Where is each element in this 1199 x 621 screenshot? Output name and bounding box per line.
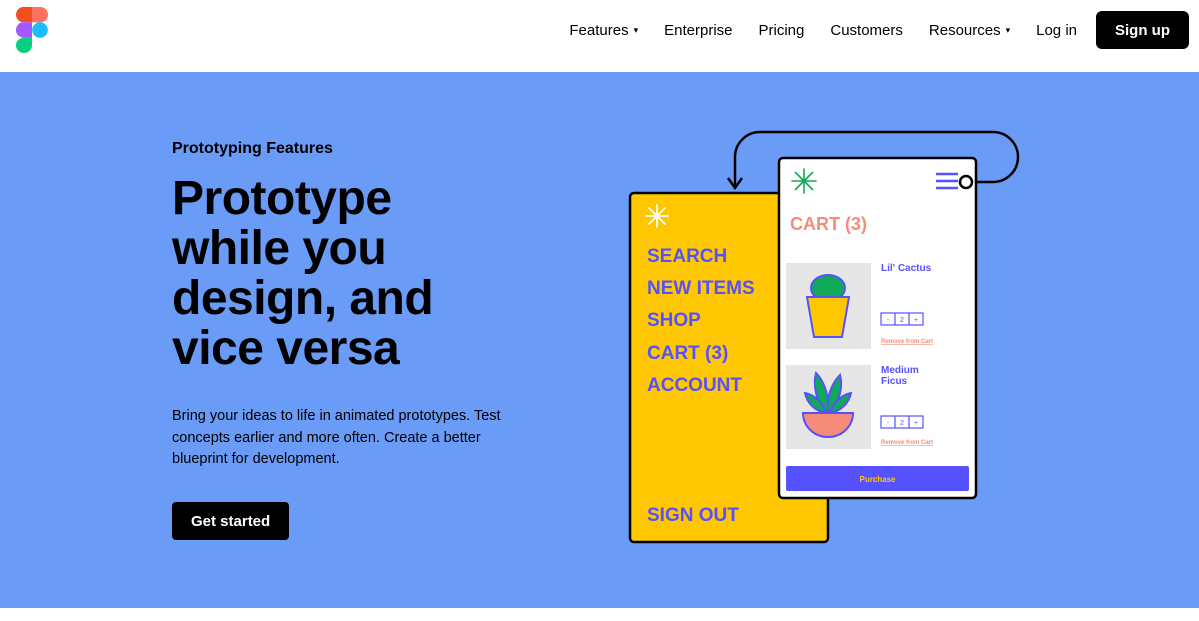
sparkle-icon [645, 204, 669, 228]
hero-section: Prototyping Features Prototype while you… [0, 72, 1199, 608]
purchase-button-label: Purchase [859, 475, 896, 484]
menu-item: CART (3) [647, 343, 728, 364]
nav-features-label: Features [569, 21, 629, 39]
hero-headline: Prototype while you design, and vice ver… [172, 174, 572, 374]
qty-plus: + [914, 420, 918, 427]
product-name: Ficus [881, 376, 908, 387]
menu-item: NEW ITEMS [647, 278, 755, 299]
nav-login[interactable]: Log in [1036, 22, 1077, 39]
nav-pricing[interactable]: Pricing [759, 22, 805, 39]
hero-eyebrow: Prototyping Features [172, 140, 333, 157]
qty-count: 2 [900, 420, 904, 427]
product-name: Medium [881, 365, 919, 376]
figma-logo-icon[interactable] [16, 7, 48, 53]
top-navbar: Features ▾ Enterprise Pricing Customers … [0, 0, 1199, 72]
hero-description: Bring your ideas to life in animated pro… [172, 408, 501, 467]
menu-item: ACCOUNT [647, 375, 742, 396]
menu-item: SHOP [647, 310, 701, 331]
nav-features[interactable]: Features ▾ [569, 22, 638, 39]
headline-line: Prototype [172, 172, 392, 225]
headline-line: design, and [172, 272, 434, 325]
nav-resources-label: Resources [928, 21, 1001, 39]
cactus-icon [805, 274, 851, 338]
signup-button[interactable]: Sign up [1096, 11, 1189, 49]
prototype-illustration: SEARCH NEW ITEMS SHOP CART (3) ACCOUNT S… [628, 130, 1020, 544]
remove-from-cart-link: Remove from Cart [881, 339, 933, 345]
quantity-stepper[interactable]: - 2 + [880, 415, 924, 429]
qty-count: 2 [900, 317, 904, 324]
sparkle-icon [791, 168, 817, 194]
quantity-stepper[interactable]: - 2 + [880, 312, 924, 326]
menu-sign-out: SIGN OUT [647, 505, 739, 526]
nav-customers-label: Customers [830, 21, 903, 39]
nav-enterprise[interactable]: Enterprise [664, 22, 732, 39]
nav-pricing-label: Pricing [758, 21, 805, 39]
headline-line: while you [172, 222, 387, 275]
product-name: Lil' Cactus [881, 263, 932, 274]
main-nav: Features ▾ Enterprise Pricing Customers … [569, 11, 1189, 49]
get-started-button[interactable]: Get started [172, 502, 290, 540]
headline-line: vice versa [172, 322, 400, 375]
qty-plus: + [914, 317, 918, 324]
nav-customers[interactable]: Customers [830, 22, 903, 39]
nav-resources[interactable]: Resources ▾ [929, 22, 1010, 39]
chevron-down-icon: ▾ [1005, 24, 1011, 35]
nav-login-label: Log in [1036, 21, 1077, 39]
chevron-down-icon: ▾ [633, 24, 639, 35]
remove-from-cart-link: Remove from Cart [881, 440, 933, 446]
cart-title: CART (3) [790, 214, 867, 234]
nav-enterprise-label: Enterprise [664, 21, 733, 39]
menu-item: SEARCH [647, 246, 727, 267]
hotspot-circle [958, 174, 974, 190]
